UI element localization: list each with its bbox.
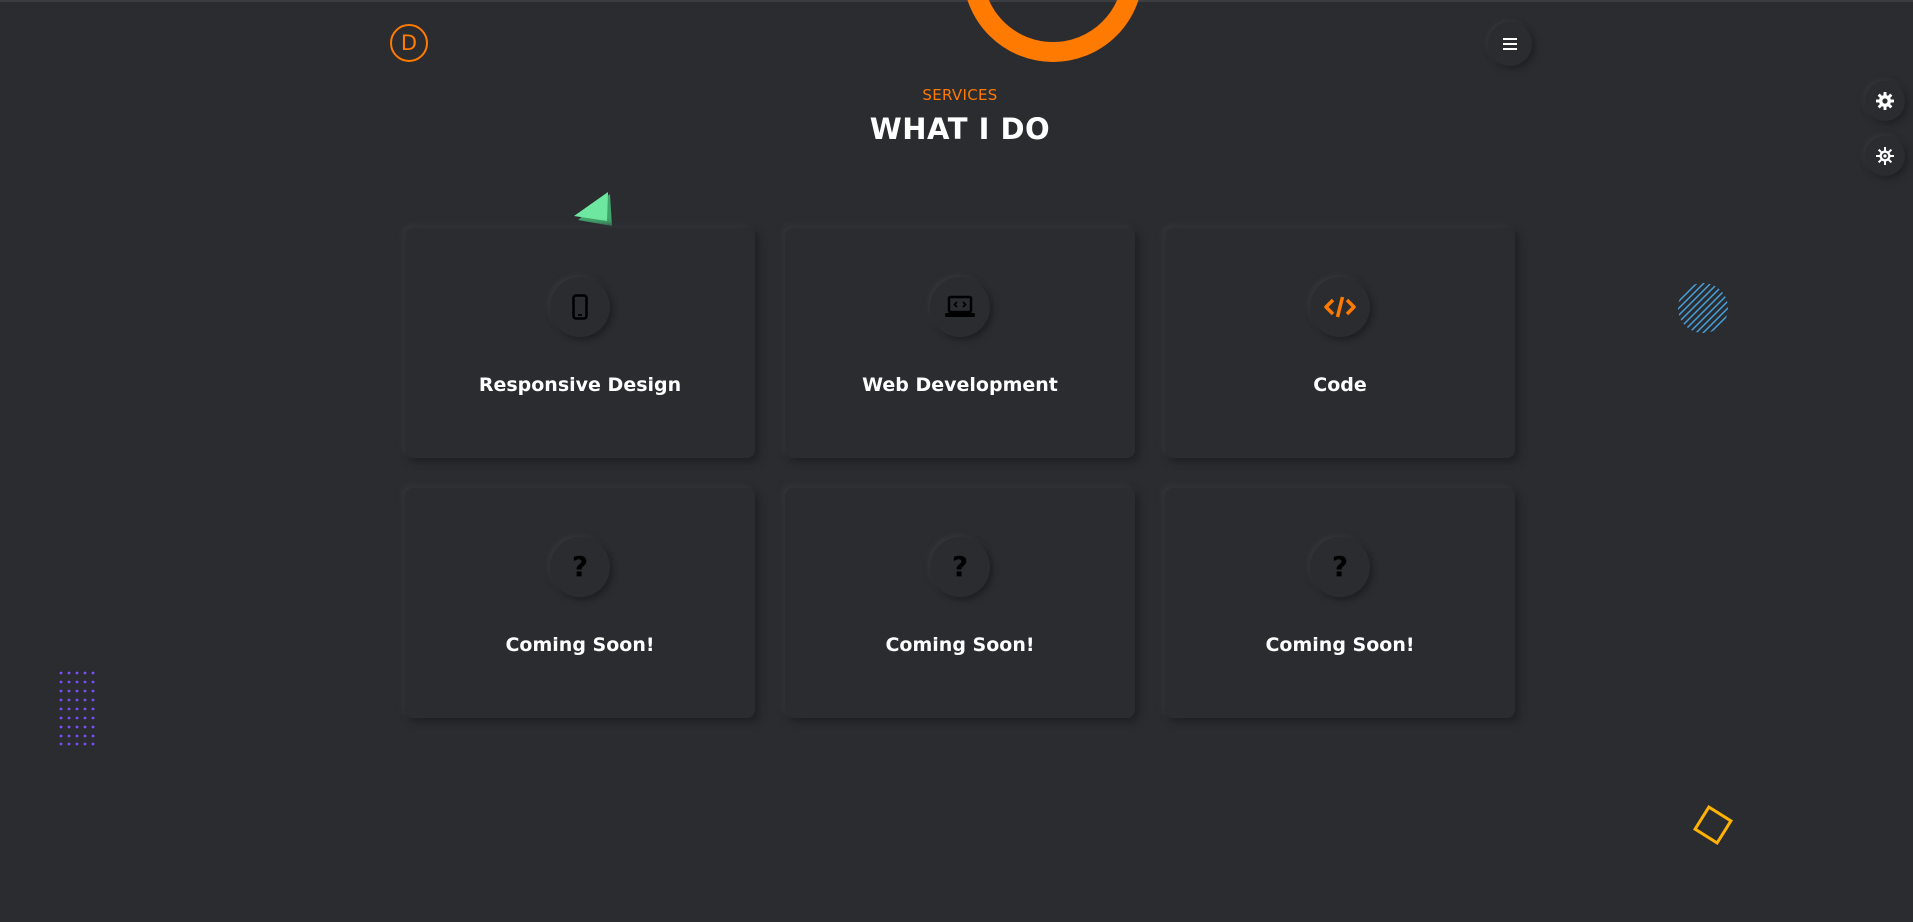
service-icon-wrapper: [550, 277, 610, 337]
section-eyebrow: SERVICES: [922, 86, 998, 104]
green-triangle-decoration: [574, 192, 612, 226]
service-title: Code: [1313, 374, 1367, 396]
service-card-web-development[interactable]: Web Development: [785, 228, 1135, 458]
smartphone-icon: [572, 294, 588, 320]
service-card-responsive-design[interactable]: Responsive Design: [405, 228, 755, 458]
laptop-code-icon: [945, 295, 975, 317]
menu-button[interactable]: [1488, 22, 1532, 66]
service-title: Coming Soon!: [1265, 634, 1415, 656]
service-card-code[interactable]: Code: [1165, 228, 1515, 458]
section-title: WHAT I DO: [869, 112, 1051, 146]
code-icon: [1324, 296, 1356, 318]
service-title: Web Development: [862, 374, 1058, 396]
service-icon-wrapper: ?: [1310, 537, 1370, 597]
logo[interactable]: D: [390, 24, 428, 62]
logo-letter: D: [400, 31, 418, 55]
sun-gear-icon: [1876, 147, 1894, 165]
service-title: Coming Soon!: [885, 634, 1035, 656]
service-title: Coming Soon!: [505, 634, 655, 656]
striped-circle-decoration: [1678, 283, 1728, 333]
service-card-coming-soon[interactable]: ? Coming Soon!: [405, 488, 755, 718]
hamburger-icon: [1503, 38, 1517, 50]
service-icon-wrapper: [930, 277, 990, 337]
dotted-grid-decoration: [59, 671, 95, 746]
service-icon-wrapper: [1310, 277, 1370, 337]
top-border: [0, 0, 1913, 2]
yellow-diamond-decoration: [1693, 805, 1733, 845]
question-icon: ?: [951, 550, 969, 583]
service-card-coming-soon[interactable]: ? Coming Soon!: [1165, 488, 1515, 718]
service-card-coming-soon[interactable]: ? Coming Soon!: [785, 488, 1135, 718]
service-title: Responsive Design: [478, 374, 682, 396]
question-icon: ?: [1331, 550, 1349, 583]
orange-ring-decoration: [963, 0, 1143, 62]
service-icon-wrapper: ?: [550, 537, 610, 597]
service-icon-wrapper: ?: [930, 537, 990, 597]
question-icon: ?: [571, 550, 589, 583]
